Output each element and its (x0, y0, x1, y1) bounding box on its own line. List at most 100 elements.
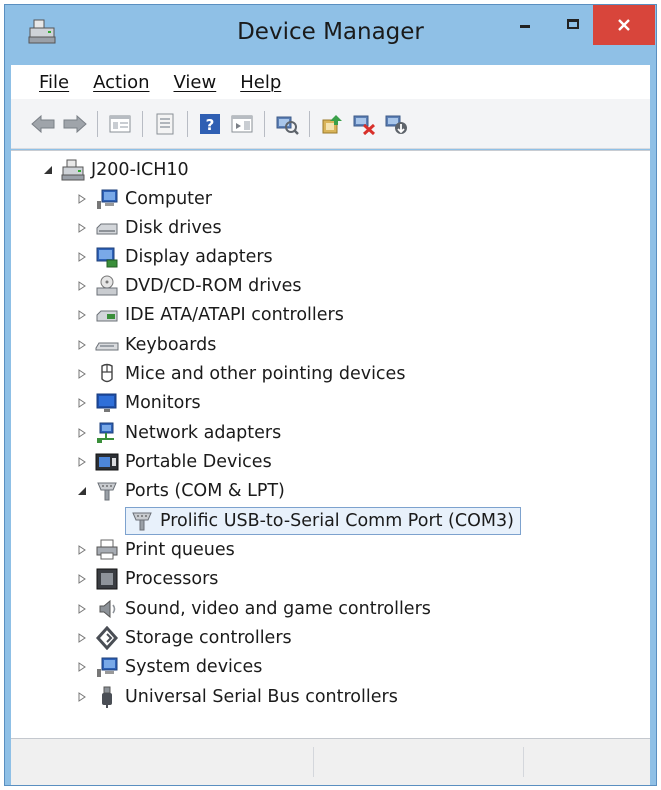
tree-node-processors[interactable]: Processors (75, 565, 218, 593)
update-driver-button[interactable] (318, 110, 346, 138)
tree-node-ports[interactable]: Ports (COM & LPT) (75, 477, 285, 505)
minimize-button[interactable] (505, 5, 545, 43)
tree-node-prolific-usb-serial-com3[interactable]: Prolific USB-to-Serial Comm Port (COM3) (125, 507, 521, 535)
tree-node-monitors[interactable]: Monitors (75, 389, 201, 417)
tree-node-label: J200-ICH10 (91, 160, 189, 180)
toolbar-separator (187, 110, 188, 137)
properties-icon (156, 113, 174, 134)
forward-button[interactable] (61, 110, 89, 138)
usb-icon (95, 685, 119, 709)
expand-arrow-icon[interactable] (75, 396, 89, 410)
tree-node-keyboards[interactable]: Keyboards (75, 331, 216, 359)
tree-node-computer[interactable]: Computer (75, 185, 212, 213)
tree-node-system-devices[interactable]: System devices (75, 653, 262, 681)
title-bar[interactable]: Device Manager (5, 5, 656, 65)
processor-icon (95, 567, 119, 591)
expand-arrow-icon[interactable] (75, 367, 89, 381)
help-icon: ? (200, 113, 220, 134)
update-driver-icon (322, 114, 342, 133)
menu-view[interactable]: View (174, 72, 217, 93)
tree-node-root[interactable]: J200-ICH10 (41, 156, 189, 184)
tree-node-network-adapters[interactable]: Network adapters (75, 419, 281, 447)
toolbar-separator (97, 110, 98, 137)
tree-node-portable-devices[interactable]: Portable Devices (75, 448, 272, 476)
show-action-pane-icon (231, 115, 253, 132)
disk-drive-icon (95, 216, 119, 240)
maximize-icon (567, 19, 579, 29)
tree-node-print-queues[interactable]: Print queues (75, 536, 235, 564)
show-hide-console-tree-button[interactable] (106, 110, 134, 138)
menu-file[interactable]: File (39, 72, 69, 93)
expand-arrow-icon[interactable] (75, 543, 89, 557)
printer-icon (95, 538, 119, 562)
expand-arrow-icon[interactable] (75, 660, 89, 674)
uninstall-device-icon (353, 115, 376, 135)
help-button[interactable]: ? (196, 110, 224, 138)
port-icon (95, 479, 119, 503)
tree-node-label: Universal Serial Bus controllers (125, 687, 398, 707)
expand-arrow-icon[interactable] (75, 426, 89, 440)
expand-arrow-icon[interactable] (75, 572, 89, 586)
tree-node-label: Disk drives (125, 218, 222, 238)
toolbar-separator (264, 110, 265, 137)
tree-node-label: Ports (COM & LPT) (125, 481, 285, 501)
computer-icon (95, 187, 119, 211)
back-button[interactable] (29, 110, 57, 138)
tree-node-label: Prolific USB-to-Serial Comm Port (COM3) (160, 511, 514, 531)
close-icon (618, 19, 630, 31)
scan-hardware-changes-icon (276, 116, 299, 135)
tree-node-sound-video-game[interactable]: Sound, video and game controllers (75, 595, 431, 623)
expand-arrow-icon[interactable] (75, 250, 89, 264)
expand-arrow-icon[interactable] (75, 279, 89, 293)
tree-node-mice[interactable]: Mice and other pointing devices (75, 360, 405, 388)
tree-node-label: Monitors (125, 393, 201, 413)
enable-device-button[interactable] (382, 110, 410, 138)
tree-node-label: IDE ATA/ATAPI controllers (125, 305, 344, 325)
portable-device-icon (95, 450, 119, 474)
collapse-arrow-icon[interactable] (75, 484, 89, 498)
tree-node-display-adapters[interactable]: Display adapters (75, 243, 273, 271)
expand-arrow-icon[interactable] (75, 631, 89, 645)
tree-node-label: Network adapters (125, 423, 282, 443)
expand-arrow-icon[interactable] (75, 455, 89, 469)
speaker-icon (95, 597, 119, 621)
forward-arrow-icon (63, 114, 87, 133)
expand-arrow-icon[interactable] (75, 192, 89, 206)
menu-help[interactable]: Help (240, 72, 281, 93)
toolbar-separator (142, 110, 143, 137)
minimize-icon (520, 24, 530, 28)
uninstall-device-button[interactable] (350, 110, 378, 138)
expand-arrow-icon[interactable] (75, 221, 89, 235)
menu-action[interactable]: Action (93, 72, 149, 93)
tree-node-storage-controllers[interactable]: Storage controllers (75, 624, 292, 652)
tree-node-label: System devices (125, 657, 263, 677)
keyboard-icon (95, 333, 119, 357)
tree-node-ide-ata-atapi-controllers[interactable]: IDE ATA/ATAPI controllers (75, 301, 344, 329)
svg-text:?: ? (206, 116, 215, 134)
ide-controller-icon (95, 303, 119, 327)
selected-device-highlight[interactable]: Prolific USB-to-Serial Comm Port (COM3) (125, 507, 521, 535)
device-tree[interactable]: J200-ICH10 Computer Disk drives Display … (11, 150, 650, 739)
scan-hardware-changes-button[interactable] (273, 110, 301, 138)
expand-arrow-icon[interactable] (75, 690, 89, 704)
tree-node-dvd-cd-rom-drives[interactable]: DVD/CD-ROM drives (75, 272, 302, 300)
tree-node-label: Portable Devices (125, 452, 272, 472)
properties-button[interactable] (151, 110, 179, 138)
status-panel (313, 747, 524, 777)
maximize-button[interactable] (553, 5, 593, 43)
expand-arrow-icon[interactable] (75, 338, 89, 352)
menu-bar: File Action View Help (11, 65, 650, 99)
collapse-arrow-icon[interactable] (41, 163, 55, 177)
show-action-pane-button[interactable] (228, 110, 256, 138)
tree-node-label: Print queues (125, 540, 235, 560)
mouse-icon (95, 362, 119, 386)
tree-node-usb-controllers[interactable]: Universal Serial Bus controllers (75, 683, 398, 711)
tree-node-disk-drives[interactable]: Disk drives (75, 214, 222, 242)
expand-arrow-icon[interactable] (75, 602, 89, 616)
monitor-icon (95, 391, 119, 415)
close-button[interactable] (593, 5, 655, 45)
computer-root-icon (61, 158, 85, 182)
enable-device-icon (385, 115, 407, 134)
storage-controller-icon (95, 626, 119, 650)
expand-arrow-icon[interactable] (75, 308, 89, 322)
